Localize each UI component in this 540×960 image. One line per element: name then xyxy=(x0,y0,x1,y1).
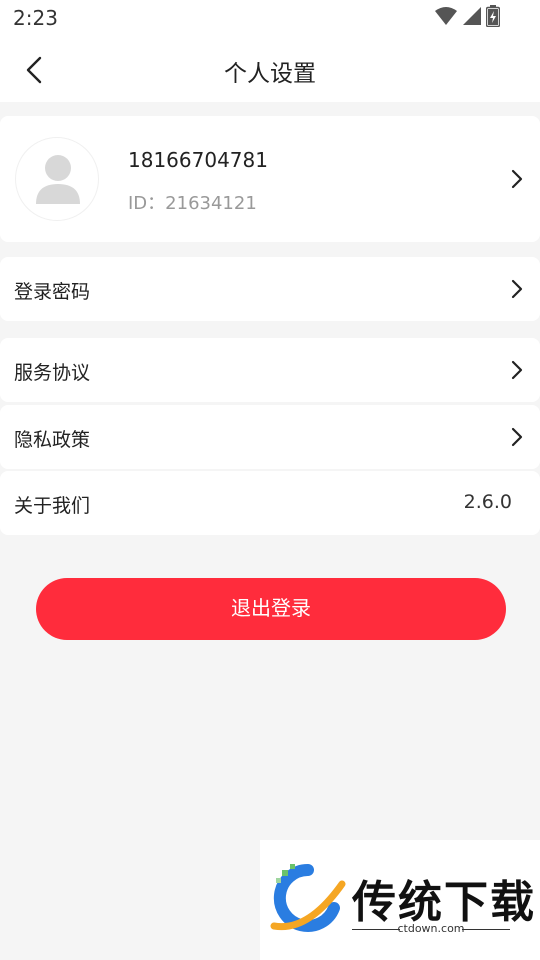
profile-card[interactable]: 18166704781 ID：21634121 xyxy=(0,116,540,242)
status-icons xyxy=(434,5,501,31)
menu-item-privacy-policy[interactable]: 隐私政策 xyxy=(0,405,540,469)
chevron-right-icon xyxy=(511,360,523,380)
profile-id: ID：21634121 xyxy=(128,193,257,214)
menu-item-service-agreement[interactable]: 服务协议 xyxy=(0,338,540,402)
nav-bar: 个人设置 xyxy=(0,38,540,102)
menu-item-label: 关于我们 xyxy=(14,495,91,517)
status-bar: 2:23 xyxy=(0,0,540,38)
menu-item-label: 隐私政策 xyxy=(14,429,91,451)
battery-charging-icon xyxy=(485,5,501,31)
app-version: 2.6.0 xyxy=(463,491,512,513)
avatar xyxy=(15,137,99,221)
wifi-icon xyxy=(434,6,458,30)
page-title: 个人设置 xyxy=(224,61,316,87)
menu-item-label: 登录密码 xyxy=(14,281,91,303)
watermark-text: 传统下载 xyxy=(352,877,536,928)
watermark-logo-icon xyxy=(270,863,346,932)
watermark-divider xyxy=(462,929,510,930)
signal-icon xyxy=(462,6,482,30)
settings-screen: 2:23 个人设置 18166704781 ID：21634121 登录密码 服… xyxy=(0,0,540,960)
menu-item-label: 服务协议 xyxy=(14,362,91,384)
menu-item-login-password[interactable]: 登录密码 xyxy=(0,257,540,321)
profile-phone: 18166704781 xyxy=(128,148,268,172)
watermark: 传统下载 ctdown.com xyxy=(260,840,540,960)
user-placeholder-icon xyxy=(36,155,80,204)
logout-button[interactable]: 退出登录 xyxy=(36,578,506,640)
chevron-right-icon xyxy=(511,279,523,299)
menu-item-about-us[interactable]: 关于我们 2.6.0 xyxy=(0,471,540,535)
chevron-right-icon xyxy=(511,169,523,189)
status-time: 2:23 xyxy=(13,6,58,30)
chevron-right-icon xyxy=(511,427,523,447)
